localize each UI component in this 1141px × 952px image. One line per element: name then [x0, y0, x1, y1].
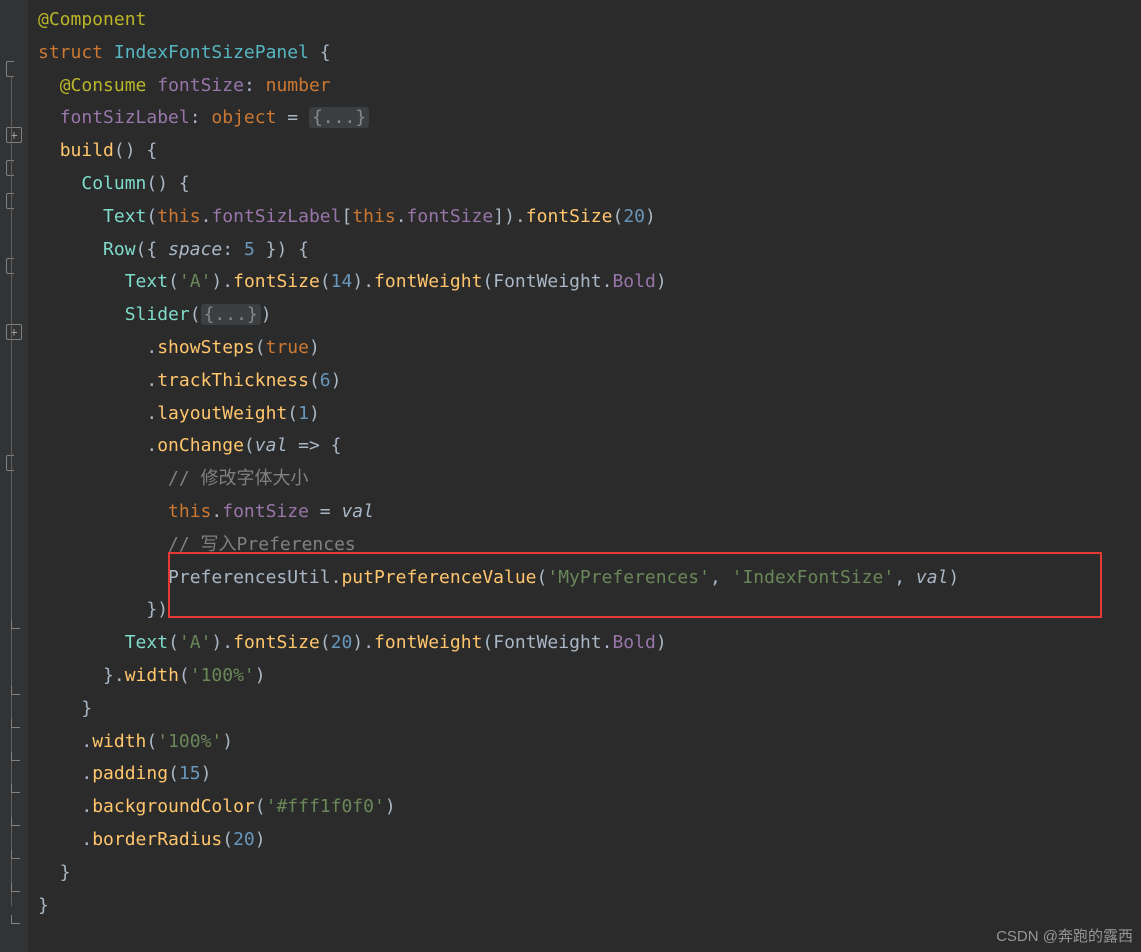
code-line: Row({ space: 5 }) { — [28, 234, 1141, 267]
fold-end-icon — [11, 850, 20, 859]
code-line: .width('100%') — [28, 726, 1141, 759]
watermark: CSDN @奔跑的露西 — [996, 925, 1133, 946]
fold-end-icon — [11, 784, 20, 793]
code-line: .onChange(val => { — [28, 430, 1141, 463]
fold-marker-open[interactable] — [6, 160, 20, 174]
code-line: fontSizLabel: object = {...} — [28, 102, 1141, 135]
fold-marker-plus[interactable]: + — [6, 127, 22, 143]
code-line: // 修改字体大小 — [28, 463, 1141, 496]
code-line: } — [28, 890, 1141, 923]
fold-end-icon — [11, 817, 20, 826]
code-line: Text('A').fontSize(20).fontWeight(FontWe… — [28, 627, 1141, 660]
code-line: .padding(15) — [28, 758, 1141, 791]
fold-marker-open[interactable] — [6, 61, 20, 75]
code-line: }.width('100%') — [28, 660, 1141, 693]
fold-end-icon — [11, 620, 20, 629]
code-line: }) — [28, 594, 1141, 627]
code-line: } — [28, 693, 1141, 726]
code-line: .borderRadius(20) — [28, 824, 1141, 857]
folded-region[interactable]: {...} — [309, 107, 369, 128]
code-editor[interactable]: @Component struct IndexFontSizePanel { @… — [28, 0, 1141, 922]
decorator: @Component — [38, 9, 146, 30]
fold-end-icon — [11, 915, 20, 924]
fold-end-icon — [11, 719, 20, 728]
code-line: .showSteps(true) — [28, 332, 1141, 365]
fold-marker-open[interactable] — [6, 455, 20, 469]
code-line: build() { — [28, 135, 1141, 168]
code-line: struct IndexFontSizePanel { — [28, 37, 1141, 70]
code-line: .backgroundColor('#fff1f0f0') — [28, 791, 1141, 824]
code-line: Text('A').fontSize(14).fontWeight(FontWe… — [28, 266, 1141, 299]
fold-marker-open[interactable] — [6, 193, 20, 207]
code-line: .trackThickness(6) — [28, 365, 1141, 398]
fold-marker-plus[interactable]: + — [6, 324, 22, 340]
code-line: @Consume fontSize: number — [28, 70, 1141, 103]
code-line: } — [28, 857, 1141, 890]
fold-end-icon — [11, 752, 20, 761]
code-line: .layoutWeight(1) — [28, 398, 1141, 431]
code-line: Text(this.fontSizLabel[this.fontSize]).f… — [28, 201, 1141, 234]
fold-end-icon — [11, 686, 20, 695]
folded-region[interactable]: {...} — [201, 304, 261, 325]
code-line: Slider({...}) — [28, 299, 1141, 332]
code-line: Column() { — [28, 168, 1141, 201]
fold-end-icon — [11, 883, 20, 892]
fold-marker-open[interactable] — [6, 258, 20, 272]
code-line: this.fontSize = val — [28, 496, 1141, 529]
code-line: // 写入Preferences — [28, 529, 1141, 562]
editor-gutter: + + — [0, 0, 28, 952]
code-line: PreferencesUtil.putPreferenceValue('MyPr… — [28, 562, 1141, 595]
code-line: @Component — [28, 4, 1141, 37]
